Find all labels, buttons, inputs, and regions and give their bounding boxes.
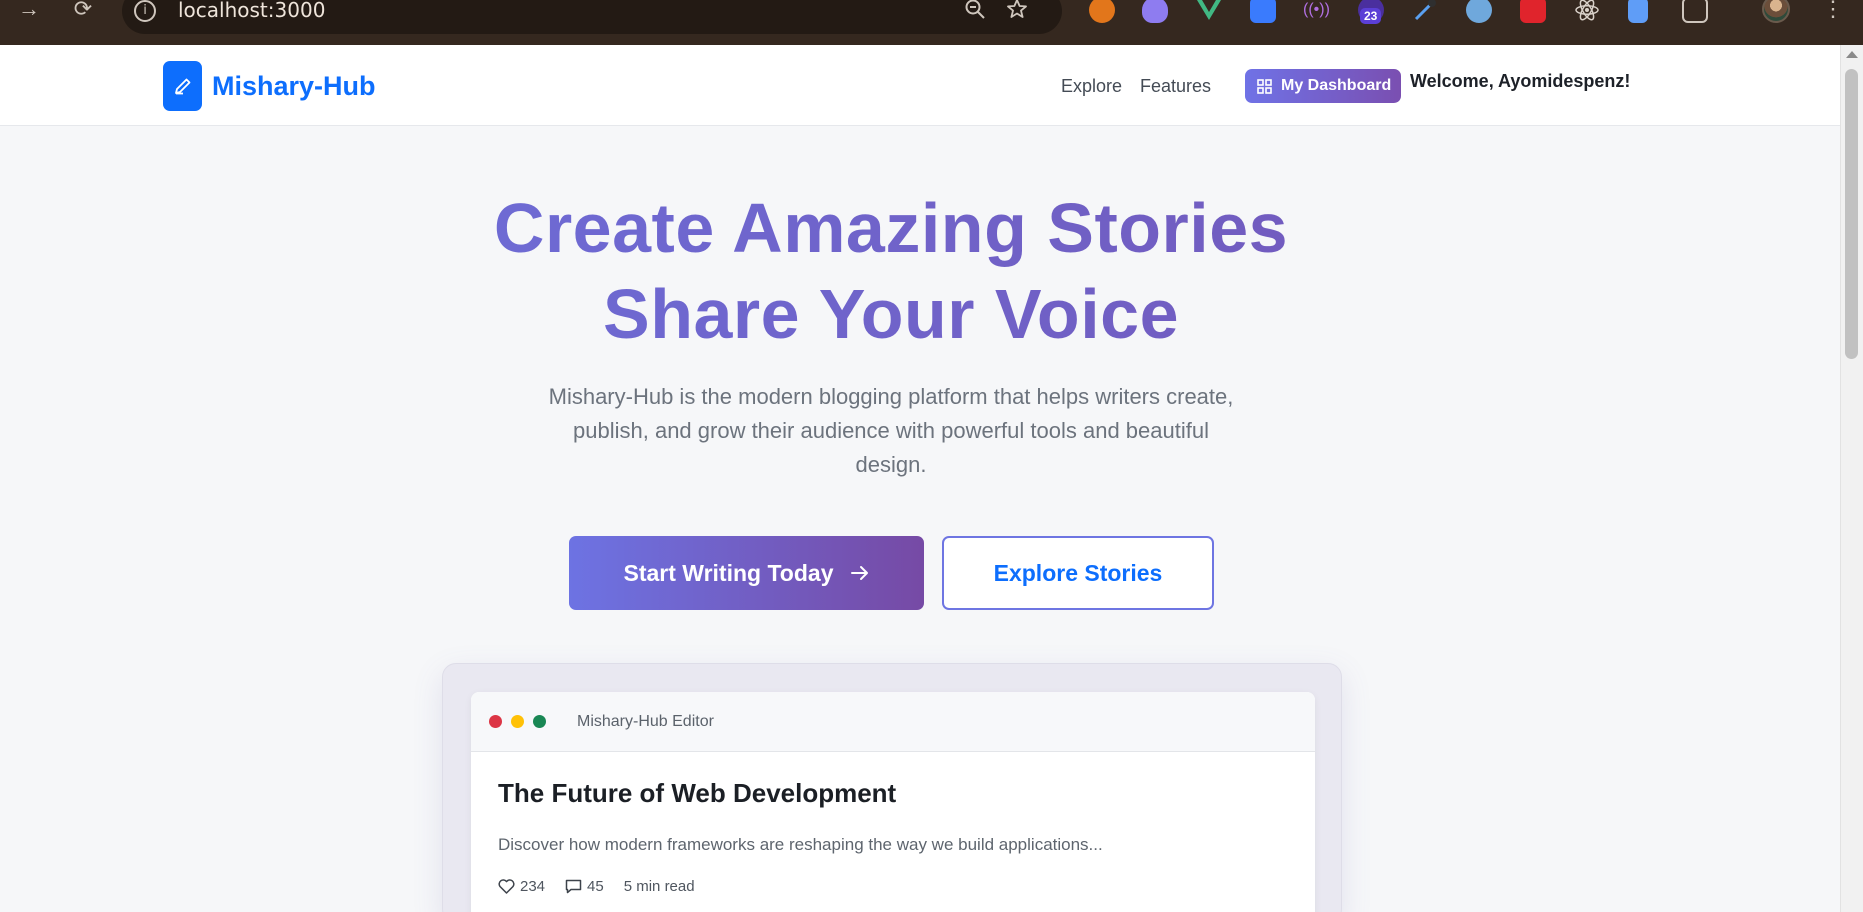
site-info-icon[interactable]: i xyxy=(134,0,156,22)
zoom-icon[interactable] xyxy=(964,0,986,24)
nav-explore-link[interactable]: Explore xyxy=(1061,76,1122,97)
grid-icon xyxy=(1257,78,1272,94)
red-extension-icon[interactable] xyxy=(1520,0,1546,23)
read-time: 5 min read xyxy=(623,878,695,895)
window-dot-red xyxy=(489,715,502,728)
window-dot-green xyxy=(533,715,546,728)
likes-count: 234 xyxy=(498,878,545,895)
comment-icon xyxy=(565,879,582,894)
scroll-thumb[interactable] xyxy=(1845,69,1858,359)
editor-preview: Mishary-Hub Editor The Future of Web Dev… xyxy=(442,663,1342,912)
editor-window-title: Mishary-Hub Editor xyxy=(577,712,714,730)
hero-title: Create Amazing Stories Share Your Voice xyxy=(0,185,1782,357)
extension-badge: 23 xyxy=(1360,8,1382,24)
comments-count: 45 xyxy=(565,878,604,895)
welcome-message: Welcome, Ayomidespenz! xyxy=(1410,71,1631,91)
eyedropper-extension-icon[interactable] xyxy=(1412,0,1438,23)
rewind-extension-icon[interactable] xyxy=(1250,0,1276,23)
broadcast-extension-icon[interactable]: ((•)) xyxy=(1303,0,1330,23)
bookmark-star-icon[interactable] xyxy=(1006,0,1028,24)
page-scrollbar[interactable] xyxy=(1840,45,1863,912)
url-text[interactable]: localhost:3000 xyxy=(178,0,325,22)
forward-arrow-icon[interactable]: → xyxy=(17,0,41,22)
browser-menu-icon[interactable]: ⋮ xyxy=(1822,0,1844,22)
arrow-right-icon xyxy=(850,564,870,582)
address-bar[interactable]: i localhost:3000 xyxy=(122,0,1062,34)
dashboard-button[interactable]: My Dashboard xyxy=(1245,69,1401,103)
heart-icon xyxy=(498,879,515,894)
metamask-extension-icon[interactable] xyxy=(1089,0,1115,23)
post-excerpt: Discover how modern frameworks are resha… xyxy=(498,835,1103,854)
extensions-puzzle-icon[interactable] xyxy=(1682,0,1708,23)
hero-title-line-1: Create Amazing Stories xyxy=(493,189,1289,267)
docs-extension-icon[interactable] xyxy=(1628,0,1648,23)
site-header: Mishary-Hub Explore Features My Dashboar… xyxy=(0,45,1840,126)
pen-icon xyxy=(163,61,202,111)
react-devtools-icon[interactable] xyxy=(1574,0,1600,23)
post-meta: 234 45 5 min read xyxy=(498,878,715,895)
start-writing-label: Start Writing Today xyxy=(623,559,834,586)
brand-name: Mishary-Hub xyxy=(212,70,376,101)
window-dot-yellow xyxy=(511,715,524,728)
brand-logo[interactable]: Mishary-Hub xyxy=(163,61,376,111)
explore-stories-button[interactable]: Explore Stories xyxy=(942,536,1214,610)
start-writing-button[interactable]: Start Writing Today xyxy=(569,536,924,610)
vue-devtools-icon[interactable] xyxy=(1196,0,1222,23)
nav-features-link[interactable]: Features xyxy=(1140,76,1211,97)
profile-avatar[interactable] xyxy=(1762,0,1790,23)
reload-icon[interactable]: ⟳ xyxy=(71,0,95,22)
dashboard-button-label: My Dashboard xyxy=(1281,77,1392,94)
ring-extension-icon[interactable] xyxy=(1466,0,1492,23)
browser-toolbar: → ⟳ i localhost:3000 ((•)) 23 ⋮ xyxy=(0,0,1863,45)
post-title: The Future of Web Development xyxy=(498,778,897,808)
editor-title-bar: Mishary-Hub Editor xyxy=(471,692,1315,752)
ghost-extension-icon[interactable] xyxy=(1142,0,1168,23)
scroll-up-arrow-icon[interactable] xyxy=(1846,51,1858,58)
editor-window: Mishary-Hub Editor The Future of Web Dev… xyxy=(471,692,1315,912)
likes-value: 234 xyxy=(520,878,546,895)
comments-value: 45 xyxy=(587,878,604,895)
hero-title-line-2: Share Your Voice xyxy=(603,275,1179,353)
hero-subtitle: Mishary-Hub is the modern blogging platf… xyxy=(548,384,1234,477)
